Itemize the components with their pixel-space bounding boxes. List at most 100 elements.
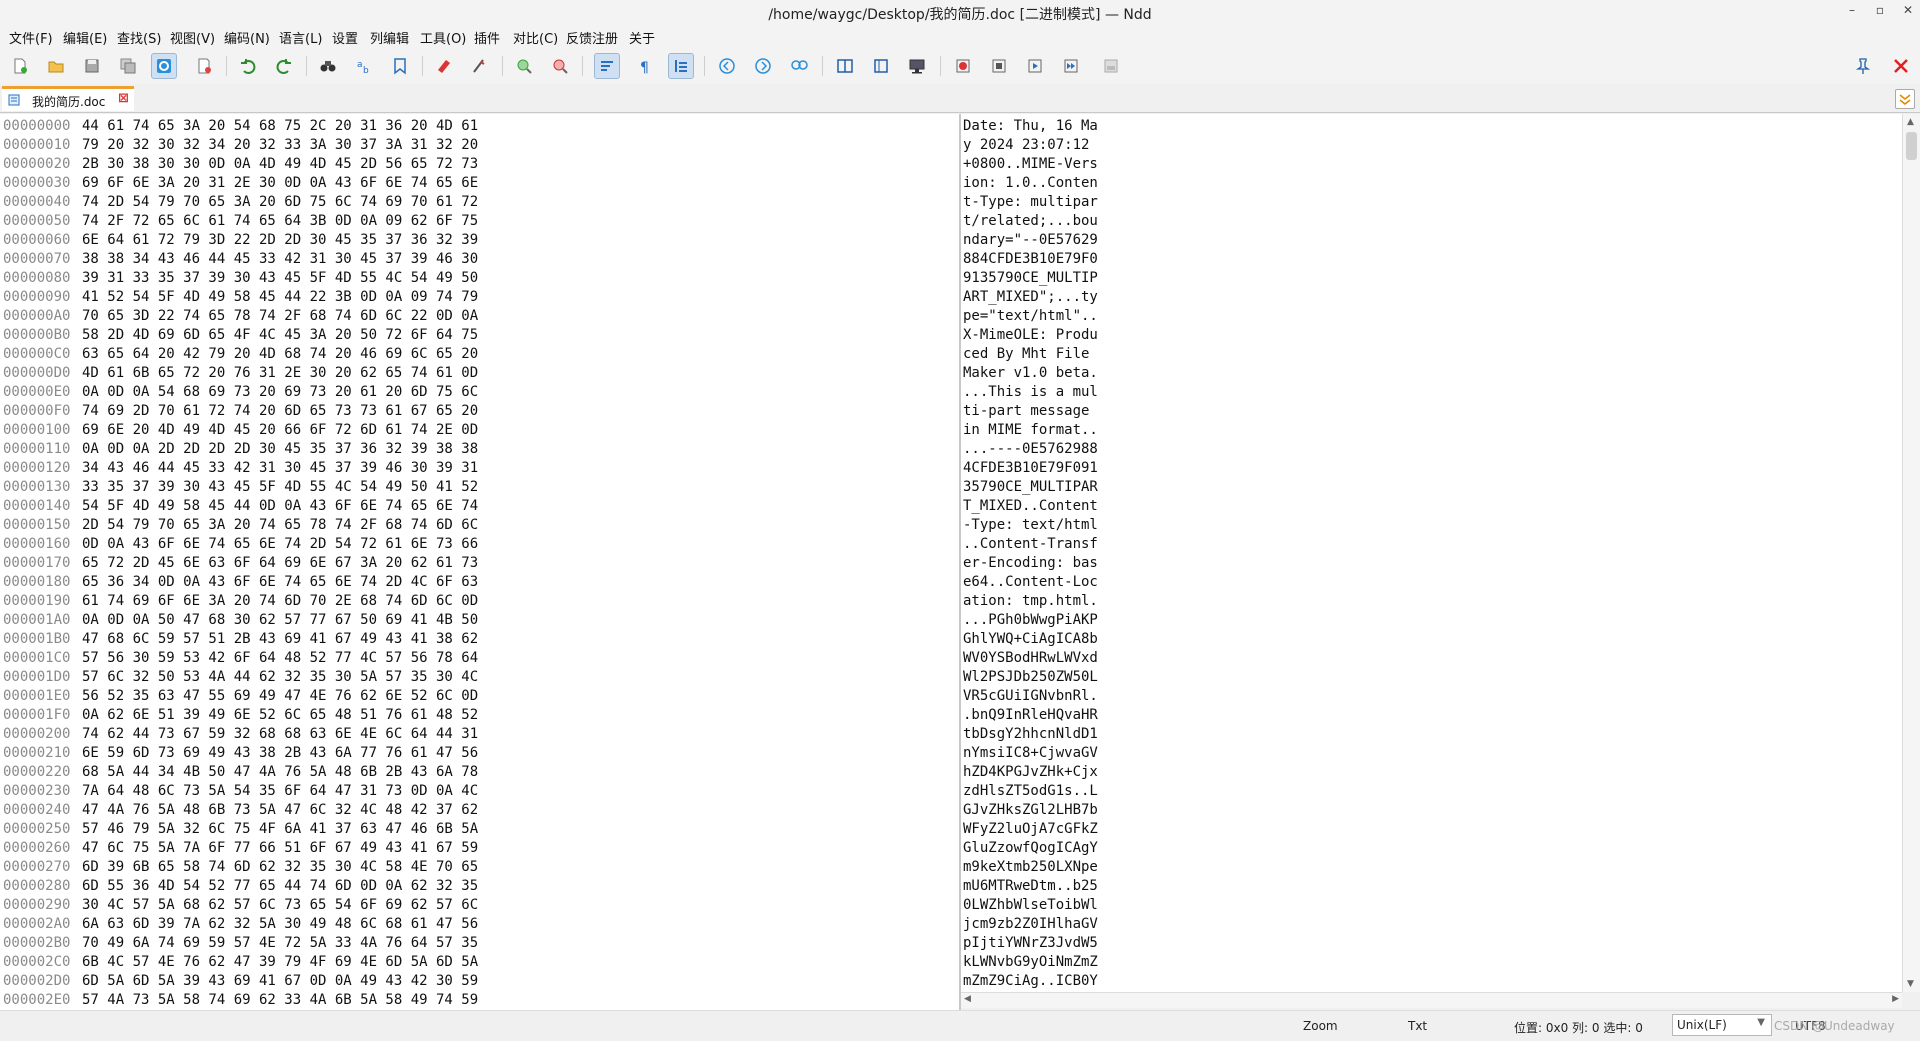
row-text[interactable]: Wl2PSJDb250ZW50L bbox=[963, 668, 1098, 687]
row-hex-bytes[interactable]: 6D 55 36 4D 54 52 77 65 44 74 6D 0D 0A 6… bbox=[82, 877, 478, 896]
row-text[interactable]: WV0YSBodHRwLWVxd bbox=[963, 649, 1098, 668]
play-macro-icon[interactable] bbox=[1022, 53, 1048, 79]
scroll-up-icon[interactable]: ▲ bbox=[1907, 117, 1914, 127]
menu-file[interactable]: 文件(F) bbox=[9, 28, 53, 47]
menu-search[interactable]: 查找(S) bbox=[117, 28, 161, 47]
row-hex-bytes[interactable]: 47 6C 75 5A 7A 6F 77 66 51 6F 67 49 43 4… bbox=[82, 839, 478, 858]
menu-tools[interactable]: 工具(O) bbox=[420, 28, 466, 47]
record-macro-icon[interactable] bbox=[950, 53, 976, 79]
row-text[interactable]: GluZzowfQogICAgY bbox=[963, 839, 1098, 858]
row-text[interactable]: -Type: text/html bbox=[963, 516, 1098, 535]
row-hex-bytes[interactable]: 6E 59 6D 73 69 49 43 38 2B 43 6A 77 76 6… bbox=[82, 744, 478, 763]
row-hex-bytes[interactable]: 6E 64 61 72 79 3D 22 2D 2D 30 45 35 37 3… bbox=[82, 231, 478, 250]
row-text[interactable]: ...PGh0bWwgPiAKP bbox=[963, 611, 1098, 630]
goto-icon[interactable] bbox=[786, 53, 812, 79]
row-text[interactable]: 0LWZhbWlseToibWl bbox=[963, 896, 1098, 915]
next-icon[interactable] bbox=[750, 53, 776, 79]
tab-close-icon[interactable]: ⊠ bbox=[118, 91, 129, 106]
row-text[interactable]: y 2024 23:07:12 bbox=[963, 136, 1098, 155]
row-hex-bytes[interactable]: 30 4C 57 5A 68 62 57 6C 73 65 54 6F 69 6… bbox=[82, 896, 478, 915]
row-text[interactable]: nYmsiIC8+CjwvaGV bbox=[963, 744, 1098, 763]
menu-compare[interactable]: 对比(C) bbox=[513, 28, 558, 47]
previous-icon[interactable] bbox=[714, 53, 740, 79]
menu-settings[interactable]: 设置 bbox=[332, 28, 358, 47]
row-hex-bytes[interactable]: 58 2D 4D 69 6D 65 4F 4C 45 3A 20 50 72 6… bbox=[82, 326, 478, 345]
row-hex-bytes[interactable]: 38 38 34 43 46 44 45 33 42 31 30 45 37 3… bbox=[82, 250, 478, 269]
row-text[interactable]: m9keXtmb250LXNpe bbox=[963, 858, 1098, 877]
maximize-icon[interactable]: ▫ bbox=[1868, 3, 1892, 23]
row-hex-bytes[interactable]: 56 52 35 63 47 55 69 49 47 4E 76 62 6E 5… bbox=[82, 687, 478, 706]
find-icon[interactable] bbox=[315, 53, 341, 79]
eol-select[interactable]: Unix(LF) ▼ bbox=[1672, 1014, 1772, 1036]
mark-icon[interactable] bbox=[431, 53, 457, 79]
row-hex-bytes[interactable]: 34 43 46 44 45 33 42 31 30 45 37 39 46 3… bbox=[82, 459, 478, 478]
row-text[interactable]: mZmZ9CiAg..ICB0Y bbox=[963, 972, 1098, 991]
row-text[interactable]: tbDsgY2hhcnNldD1 bbox=[963, 725, 1098, 744]
row-hex-bytes[interactable]: 39 31 33 35 37 39 30 43 45 5F 4D 55 4C 5… bbox=[82, 269, 478, 288]
row-text[interactable]: t-Type: multipar bbox=[963, 193, 1098, 212]
row-hex-bytes[interactable]: 2B 30 38 30 30 0D 0A 4D 49 4D 45 2D 56 6… bbox=[82, 155, 478, 174]
scroll-right-icon[interactable]: ▶ bbox=[1892, 994, 1899, 1004]
menu-plugins[interactable]: 插件 bbox=[474, 28, 500, 47]
row-text[interactable]: Date: Thu, 16 Ma bbox=[963, 117, 1098, 136]
row-hex-bytes[interactable]: 44 61 74 65 3A 20 54 68 75 2C 20 31 36 2… bbox=[82, 117, 478, 136]
row-text[interactable]: Maker v1.0 beta. bbox=[963, 364, 1098, 383]
text-pane[interactable]: Date: Thu, 16 Ma y 2024 23:07:12 +0800..M… bbox=[961, 114, 1902, 992]
save-icon[interactable] bbox=[79, 53, 105, 79]
zoom-out-icon[interactable] bbox=[547, 53, 573, 79]
menu-language[interactable]: 语言(L) bbox=[279, 28, 322, 47]
row-text[interactable]: GJvZHksZGl2LHB7b bbox=[963, 801, 1098, 820]
menu-edit[interactable]: 编辑(E) bbox=[63, 28, 107, 47]
stop-macro-icon[interactable] bbox=[986, 53, 1012, 79]
row-text[interactable]: jcm9zb2Z0IHlhaGV bbox=[963, 915, 1098, 934]
horizontal-scrollbar[interactable]: ◀ ▶ bbox=[961, 992, 1902, 1008]
undo-icon[interactable] bbox=[235, 53, 261, 79]
row-hex-bytes[interactable]: 54 5F 4D 49 58 45 44 0D 0A 43 6F 6E 74 6… bbox=[82, 497, 478, 516]
row-hex-bytes[interactable]: 0A 0D 0A 2D 2D 2D 2D 30 45 35 37 36 32 3… bbox=[82, 440, 478, 459]
row-hex-bytes[interactable]: 0A 62 6E 51 39 49 6E 52 6C 65 48 51 76 6… bbox=[82, 706, 478, 725]
monitor-icon[interactable] bbox=[904, 53, 930, 79]
row-hex-bytes[interactable]: 0A 0D 0A 50 47 68 30 62 57 77 67 50 69 4… bbox=[82, 611, 478, 630]
row-text[interactable]: pe="text/html".. bbox=[963, 307, 1098, 326]
zoom-in-icon[interactable] bbox=[511, 53, 537, 79]
binary-mode-icon[interactable] bbox=[151, 53, 177, 79]
row-hex-bytes[interactable]: 47 4A 76 5A 48 6B 73 5A 47 6C 32 4C 48 4… bbox=[82, 801, 478, 820]
row-text[interactable]: T_MIXED..Content bbox=[963, 497, 1098, 516]
row-hex-bytes[interactable]: 6B 4C 57 4E 76 62 47 39 79 4F 69 4E 6D 5… bbox=[82, 953, 478, 972]
replace-icon[interactable]: ab bbox=[351, 53, 377, 79]
row-text[interactable]: t/related;...bou bbox=[963, 212, 1098, 231]
row-text[interactable]: ART_MIXED";...ty bbox=[963, 288, 1098, 307]
row-hex-bytes[interactable]: 6D 39 6B 65 58 74 6D 62 32 35 30 4C 58 4… bbox=[82, 858, 478, 877]
row-text[interactable]: ...This is a mul bbox=[963, 383, 1098, 402]
row-hex-bytes[interactable]: 74 69 2D 70 61 72 74 20 6D 65 73 73 61 6… bbox=[82, 402, 478, 421]
row-text[interactable]: +0800..MIME-Vers bbox=[963, 155, 1098, 174]
row-hex-bytes[interactable]: 61 74 69 6F 6E 3A 20 74 6D 70 2E 68 74 6… bbox=[82, 592, 478, 611]
row-text[interactable]: kLWNvbG9yOiNmZmZ bbox=[963, 953, 1098, 972]
row-hex-bytes[interactable]: 70 49 6A 74 69 59 57 4E 72 5A 33 4A 76 6… bbox=[82, 934, 478, 953]
row-hex-bytes[interactable]: 6D 5A 6D 5A 39 43 69 41 67 0D 0A 49 43 4… bbox=[82, 972, 478, 991]
row-hex-bytes[interactable]: 74 2F 72 65 6C 61 74 65 64 3B 0D 0A 09 6… bbox=[82, 212, 478, 231]
row-text[interactable]: 35790CE_MULTIPAR bbox=[963, 478, 1098, 497]
column-view-icon[interactable] bbox=[868, 53, 894, 79]
tab-list-icon[interactable] bbox=[1895, 89, 1915, 109]
row-hex-bytes[interactable]: 74 62 44 73 67 59 32 68 68 63 6E 4E 6C 6… bbox=[82, 725, 478, 744]
row-hex-bytes[interactable]: 74 2D 54 79 70 65 3A 20 6D 75 6C 74 69 7… bbox=[82, 193, 478, 212]
row-hex-bytes[interactable]: 7A 64 48 6C 73 5A 54 35 6F 64 47 31 73 0… bbox=[82, 782, 478, 801]
row-hex-bytes[interactable]: 57 46 79 5A 32 6C 75 4F 6A 41 37 63 47 4… bbox=[82, 820, 478, 839]
row-hex-bytes[interactable]: 69 6E 20 4D 49 4D 45 20 66 6F 72 6D 61 7… bbox=[82, 421, 478, 440]
save-macro-icon[interactable] bbox=[1098, 53, 1124, 79]
row-text[interactable]: X-MimeOLE: Produ bbox=[963, 326, 1098, 345]
scroll-left-icon[interactable]: ◀ bbox=[964, 994, 971, 1004]
row-text[interactable]: 9135790CE_MULTIP bbox=[963, 269, 1098, 288]
row-text[interactable]: ti-part message bbox=[963, 402, 1098, 421]
row-text[interactable]: ..Content-Transf bbox=[963, 535, 1098, 554]
row-hex-bytes[interactable]: 4D 61 6B 65 72 20 76 31 2E 30 20 62 65 7… bbox=[82, 364, 478, 383]
redo-icon[interactable] bbox=[271, 53, 297, 79]
menu-view[interactable]: 视图(V) bbox=[170, 28, 215, 47]
row-hex-bytes[interactable]: 63 65 64 20 42 79 20 4D 68 74 20 46 69 6… bbox=[82, 345, 478, 364]
hex-pane[interactable]: 00000000 44 61 74 65 3A 20 54 68 75 2C 20… bbox=[0, 114, 960, 1010]
vertical-scrollbar[interactable]: ▲ ▼ bbox=[1902, 114, 1920, 992]
row-text[interactable]: in MIME format.. bbox=[963, 421, 1098, 440]
word-wrap-icon[interactable] bbox=[594, 53, 620, 79]
row-hex-bytes[interactable]: 57 6C 32 50 53 4A 44 62 32 35 30 5A 57 3… bbox=[82, 668, 478, 687]
